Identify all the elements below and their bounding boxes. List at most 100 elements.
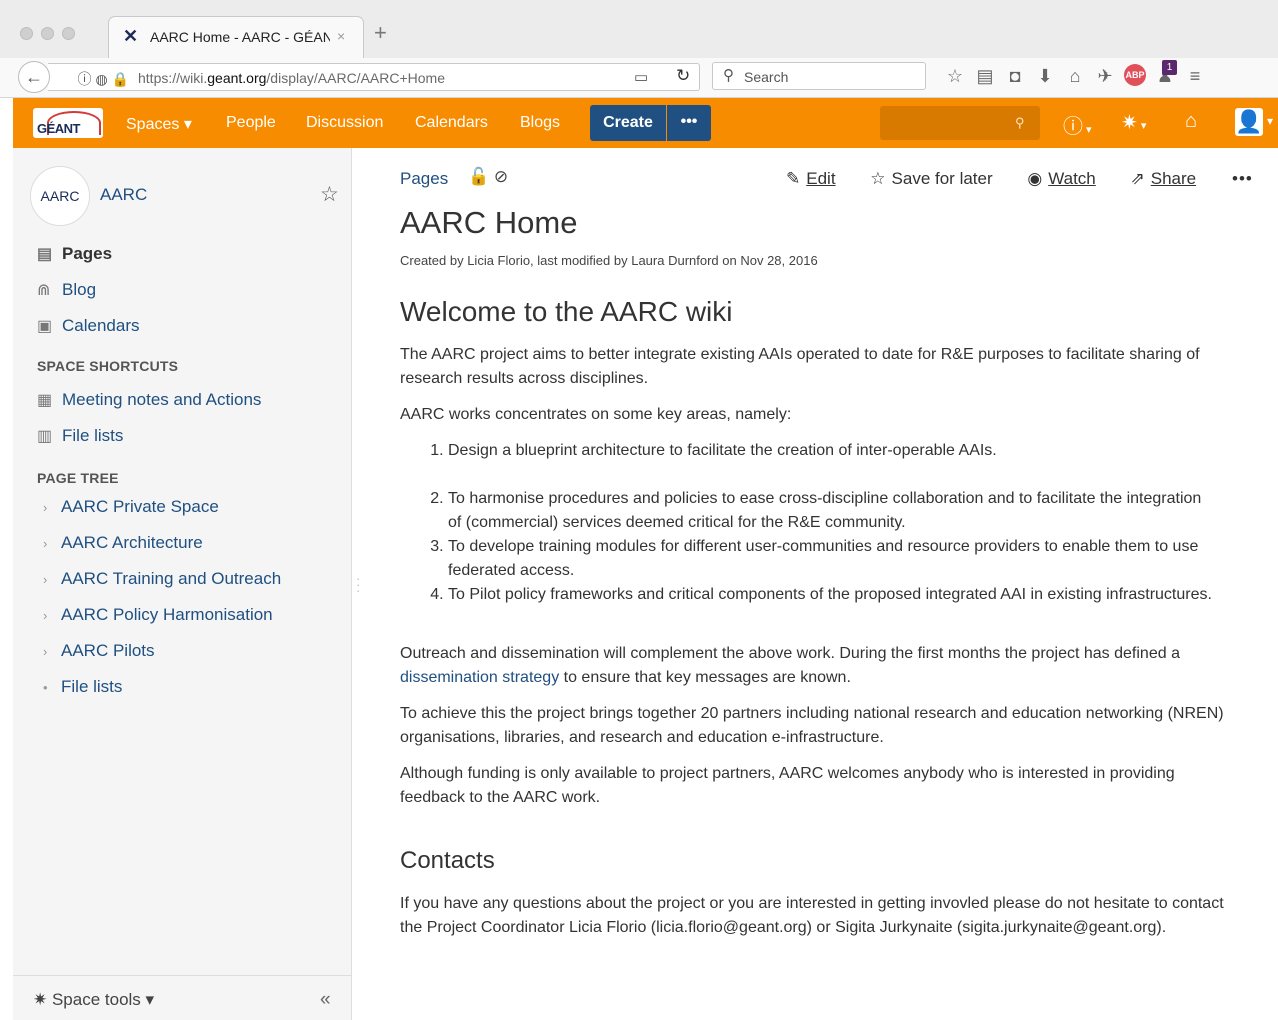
menu-icon[interactable]: ≡	[1180, 64, 1210, 88]
send-icon[interactable]: ✈	[1090, 64, 1120, 88]
chevron-right-icon[interactable]: ›	[43, 608, 61, 623]
nav-people[interactable]: People	[226, 114, 276, 132]
page-title: AARC Home	[400, 205, 578, 240]
share-button[interactable]: ⇗ Share	[1131, 169, 1197, 189]
url-domain: geant.org	[207, 70, 267, 86]
settings-gear-icon[interactable]: ✷ ▾	[1121, 110, 1146, 135]
favourite-star-icon[interactable]: ☆	[320, 182, 339, 207]
window-close-button[interactable]	[20, 27, 33, 40]
tab-title: AARC Home - AARC - GÉANT	[150, 29, 330, 45]
workbox-inbox-icon[interactable]: ⌂	[1185, 110, 1197, 133]
pocket-icon[interactable]: ◘	[1000, 64, 1030, 88]
edit-button[interactable]: ✎ Edit	[786, 169, 836, 189]
collapse-sidebar-icon[interactable]: «	[320, 989, 331, 1011]
pencil-icon: ✎	[786, 169, 801, 188]
app-header: GÉANT Spaces ▾ People Discussion Calenda…	[13, 98, 1278, 148]
tree-item-training[interactable]: › AARC Training and Outreach	[43, 569, 281, 589]
chevron-right-icon[interactable]: ›	[43, 572, 61, 587]
breadcrumb[interactable]: Pages	[400, 169, 448, 189]
outreach-text: Outreach and dissemination will compleme…	[400, 645, 1180, 662]
reload-icon[interactable]: ↻	[676, 66, 690, 86]
welcome-heading: Welcome to the AARC wiki	[400, 296, 733, 327]
contacts-heading: Contacts	[400, 847, 495, 874]
attachment-icon[interactable]: ⊘	[494, 167, 508, 186]
new-tab-button[interactable]: +	[374, 22, 387, 44]
url-text: https://wiki.geant.org/display/AARC/AARC…	[138, 70, 445, 86]
bookmark-star-icon[interactable]: ☆	[940, 64, 970, 88]
list-item: To harmonise procedures and policies to …	[448, 487, 1218, 535]
space-name-link[interactable]: AARC	[100, 185, 147, 205]
url-bar[interactable]: ⓘ ◍ 🔒 https://wiki.geant.org/display/AAR…	[48, 63, 700, 91]
home-icon[interactable]: ⌂	[1060, 64, 1090, 88]
search-placeholder: Search	[744, 69, 789, 85]
tree-item-label: AARC Policy Harmonisation	[61, 605, 273, 624]
partners-paragraph: To achieve this the project brings toget…	[400, 705, 1224, 746]
sidebar-item-label: Blog	[62, 280, 97, 299]
sidebar-item-calendars[interactable]: ▣ Calendars	[37, 316, 140, 336]
tree-item-policy[interactable]: › AARC Policy Harmonisation	[43, 605, 273, 625]
chevron-right-icon[interactable]: ›	[43, 500, 61, 515]
logo-text: GÉANT	[37, 121, 81, 136]
user-avatar[interactable]: 👤	[1235, 108, 1263, 136]
sidebar-item-pages[interactable]: ▤ Pages	[37, 244, 112, 264]
tree-item-architecture[interactable]: › AARC Architecture	[43, 533, 203, 553]
shortcut-file-lists[interactable]: ▥ File lists	[37, 426, 123, 446]
more-actions-button[interactable]: •••	[1232, 169, 1253, 189]
reader-view-icon[interactable]: ▭	[634, 68, 648, 86]
save-for-later-button[interactable]: ☆ Save for later	[870, 169, 992, 189]
window-minimize-button[interactable]	[41, 27, 54, 40]
url-path: /display/AARC/AARC+Home	[266, 70, 445, 86]
areas-intro-paragraph: AARC works concentrates on some key area…	[400, 406, 792, 423]
browser-tab-active[interactable]: ✕ AARC Home - AARC - GÉANT ×	[108, 16, 364, 58]
space-logo[interactable]: AARC	[30, 166, 90, 226]
watch-button[interactable]: ◉ Watch	[1027, 169, 1095, 189]
adblock-icon[interactable]: ABP	[1124, 64, 1146, 86]
tree-item-pilots[interactable]: › AARC Pilots	[43, 641, 155, 661]
tree-item-private-space[interactable]: › AARC Private Space	[43, 497, 219, 517]
tree-item-label: AARC Pilots	[61, 641, 155, 660]
sidebar-item-label: Pages	[62, 244, 113, 263]
unlock-icon[interactable]: 🔓	[468, 167, 489, 186]
tree-item-file-lists[interactable]: • File lists	[43, 677, 122, 697]
space-tools-bar: ✷ Space tools ▾ «	[13, 975, 352, 1020]
back-button[interactable]: ←	[18, 61, 50, 93]
star-icon: ☆	[870, 169, 886, 188]
space-sidebar: AARC AARC ☆ ▤ Pages ⋒ Blog ▣ Calendars SPAC…	[13, 148, 360, 1020]
browser-search-input[interactable]: ⚲ Search	[712, 62, 926, 90]
window-maximize-button[interactable]	[62, 27, 75, 40]
nav-spaces[interactable]: Spaces ▾	[126, 114, 192, 134]
page-actions: ✎ Edit ☆ Save for later ◉ Watch ⇗ Share	[786, 169, 1226, 189]
restrictions-icons[interactable]: 🔓 ⊘	[468, 167, 508, 187]
nav-blogs[interactable]: Blogs	[520, 114, 560, 132]
download-icon[interactable]: ⬇	[1030, 64, 1060, 88]
url-prefix: https://wiki.	[138, 70, 208, 86]
shortcut-meeting-notes[interactable]: ▦ Meeting notes and Actions	[37, 390, 261, 410]
chevron-right-icon[interactable]: ›	[43, 644, 61, 659]
nav-discussion[interactable]: Discussion	[306, 114, 383, 132]
tree-item-label: AARC Private Space	[61, 497, 219, 516]
nav-calendars[interactable]: Calendars	[415, 114, 488, 132]
sidebar-item-label: Calendars	[62, 316, 140, 335]
geant-logo[interactable]: GÉANT	[33, 108, 103, 138]
site-info-icons[interactable]: ⓘ ◍ 🔒	[62, 69, 129, 89]
dissemination-strategy-link[interactable]: dissemination strategy	[400, 669, 559, 686]
notifications-icon[interactable]: ♟ 1	[1150, 60, 1180, 88]
header-search-input[interactable]: ⚲	[880, 106, 1040, 140]
calendar-icon: ▣	[37, 318, 53, 335]
blog-icon: ⋒	[37, 282, 51, 299]
bookmarks-list-icon[interactable]: ▤	[970, 64, 1000, 88]
edit-label: Edit	[806, 169, 836, 188]
help-icon[interactable]: ⓘ ▾	[1063, 110, 1092, 139]
key-areas-list: Design a blueprint architecture to facil…	[428, 439, 1218, 607]
intro-paragraph: The AARC project aims to better integrat…	[400, 346, 1200, 387]
sidebar-item-blog[interactable]: ⋒ Blog	[37, 280, 96, 300]
tree-item-label: AARC Architecture	[61, 533, 203, 552]
tree-item-label: AARC Training and Outreach	[61, 569, 282, 588]
chevron-right-icon[interactable]: ›	[43, 536, 61, 551]
create-more-button[interactable]: •••	[667, 105, 711, 141]
space-tools-button[interactable]: ✷ Space tools ▾	[33, 990, 154, 1010]
create-button[interactable]: Create	[590, 105, 666, 141]
space-shortcuts-heading: SPACE SHORTCUTS	[37, 358, 179, 374]
tab-close-icon[interactable]: ×	[337, 28, 345, 44]
avatar-caret-icon[interactable]: ▾	[1267, 114, 1273, 128]
